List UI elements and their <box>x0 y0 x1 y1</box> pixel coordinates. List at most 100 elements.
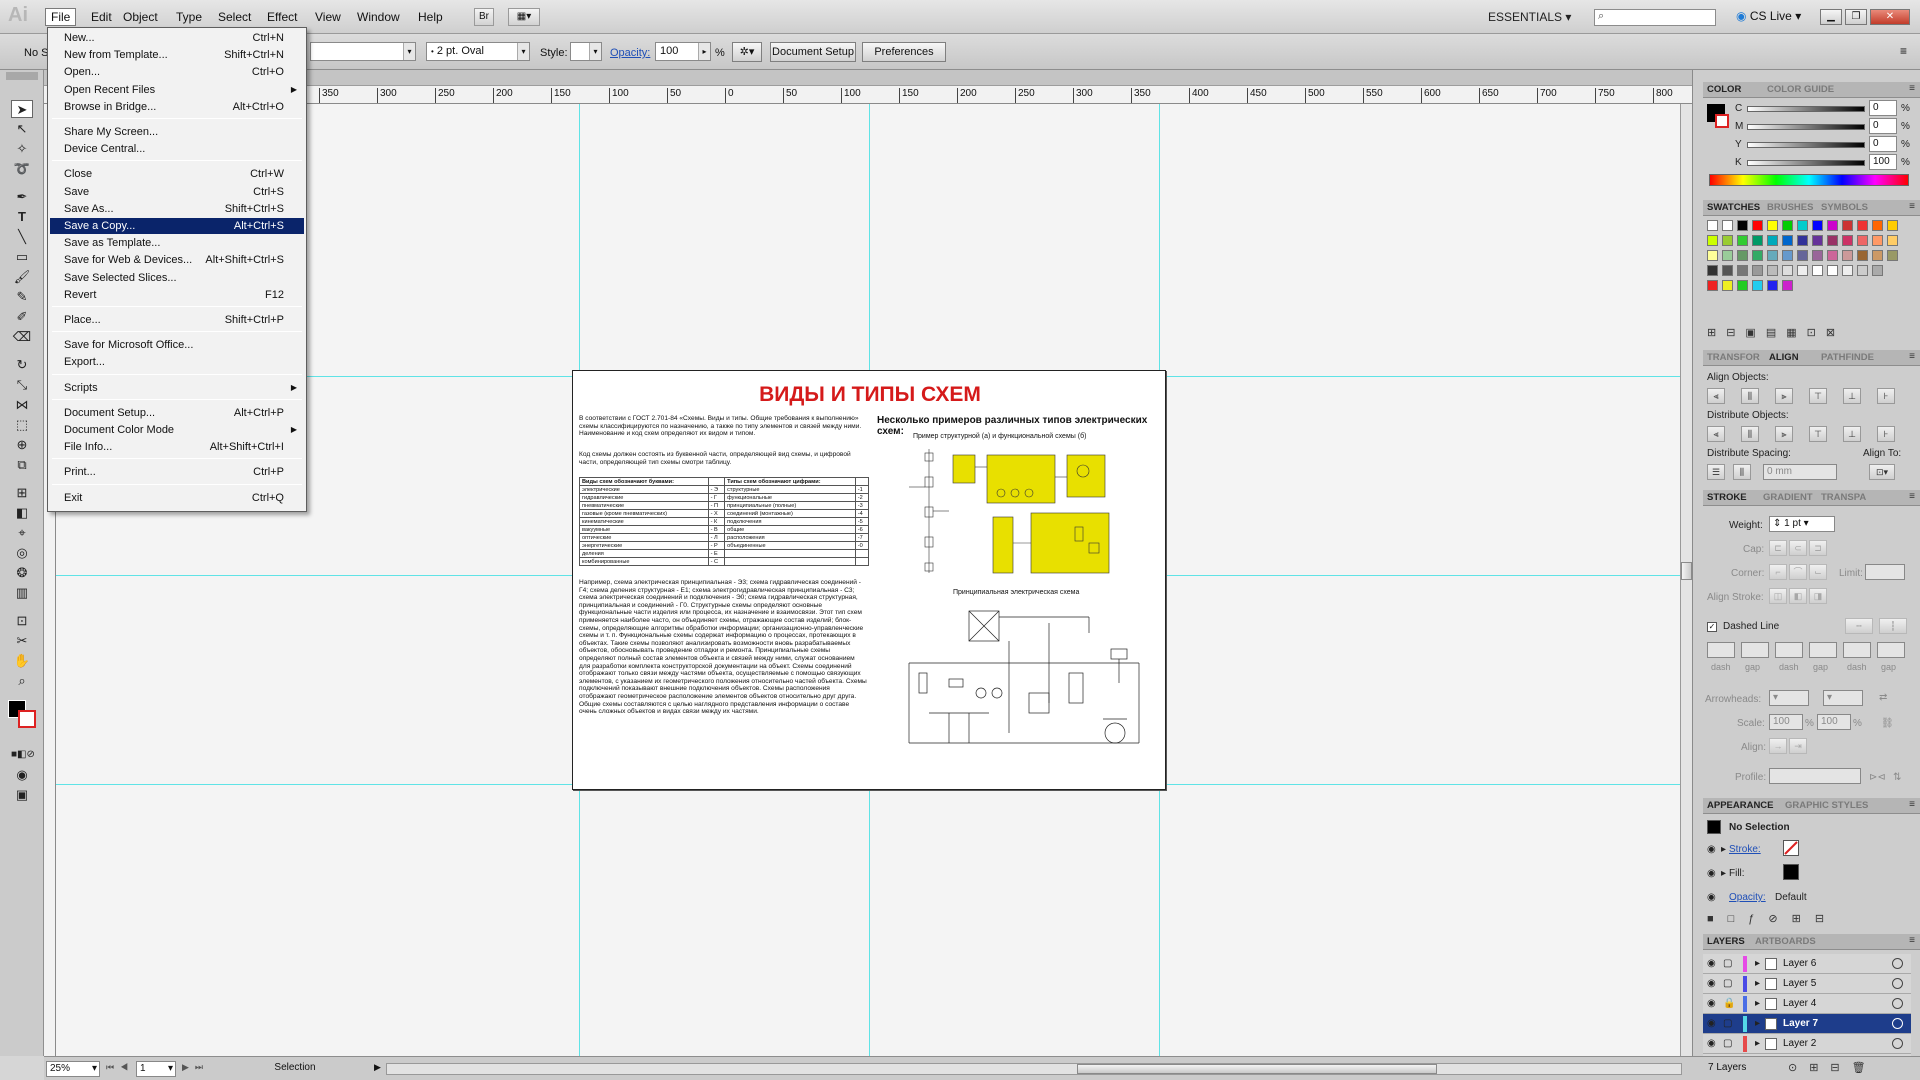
perspective-grid-tool-icon[interactable]: ⧉ <box>11 456 33 474</box>
eye-icon[interactable]: ◉ <box>1707 978 1719 990</box>
tab-color[interactable]: COLOR <box>1707 84 1741 95</box>
layer-target-icon[interactable] <box>1892 1038 1903 1049</box>
layer-row[interactable]: ◉ 🔒 ▸ Layer 4 <box>1703 994 1911 1014</box>
color-swatch[interactable] <box>1797 235 1808 246</box>
stroke-color-swatch[interactable] <box>18 710 36 728</box>
menu-view[interactable]: View <box>310 9 346 25</box>
dashed-line-checkbox[interactable]: ✓ <box>1707 622 1717 632</box>
drawing-mode-icon[interactable]: ◉ <box>11 766 33 784</box>
color-swatch[interactable] <box>1707 280 1718 291</box>
dash-preserve-button[interactable]: ┅ <box>1845 618 1873 634</box>
opacity-input[interactable]: 100 ▸ <box>655 42 711 61</box>
color-swatch[interactable] <box>1752 235 1763 246</box>
tab-graphic-styles[interactable]: GRAPHIC STYLES <box>1785 800 1868 811</box>
file-menu-item[interactable]: Save As... Shift+Ctrl+S <box>50 201 304 217</box>
layer-row[interactable]: ◉ ▢ ▸ Layer 6 <box>1703 954 1911 974</box>
align-object-button[interactable]: ⊦ <box>1877 388 1895 404</box>
round-join-button[interactable]: ⌒ <box>1789 564 1807 580</box>
align-stroke-outside-button[interactable]: ◨ <box>1809 588 1827 604</box>
cs-live-button[interactable]: ◉ CS Live ▾ <box>1736 9 1801 23</box>
color-channel-slider[interactable] <box>1747 142 1865 148</box>
hand-tool-icon[interactable]: ✋ <box>11 652 33 670</box>
blend-tool-icon[interactable]: ◎ <box>11 544 33 562</box>
gap-input[interactable] <box>1877 642 1905 658</box>
color-swatch[interactable] <box>1872 235 1883 246</box>
tab-align[interactable]: ALIGN <box>1769 352 1799 363</box>
menu-file[interactable]: File <box>45 8 77 26</box>
menu-effect[interactable]: Effect <box>262 9 302 25</box>
color-swatch[interactable] <box>1782 220 1793 231</box>
width-tool-icon[interactable]: ⋈ <box>11 396 33 414</box>
color-swatch[interactable] <box>1872 265 1883 276</box>
color-swatch[interactable] <box>1722 280 1733 291</box>
file-menu-item[interactable]: Save Ctrl+S <box>50 184 304 200</box>
expand-triangle-icon[interactable]: ▸ <box>1721 868 1726 879</box>
file-menu-item[interactable]: Save for Web & Devices... Alt+Shift+Ctrl+… <box>50 252 304 268</box>
distribute-object-button[interactable]: ⊥ <box>1843 426 1861 442</box>
color-channel-input[interactable]: 0 <box>1869 118 1897 134</box>
color-swatch[interactable] <box>1722 235 1733 246</box>
artboard-number-dropdown[interactable]: 1 ▾ <box>136 1061 176 1077</box>
color-mode-icon[interactable]: ■◧⊘ <box>11 746 35 764</box>
selection-tool-icon[interactable]: ➤ <box>11 100 33 118</box>
color-swatch[interactable] <box>1737 235 1748 246</box>
distribute-vertical-space-button[interactable]: ☰ <box>1707 464 1725 480</box>
color-swatch[interactable] <box>1887 235 1898 246</box>
color-spectrum-bar[interactable] <box>1709 174 1909 186</box>
tab-appearance[interactable]: APPEARANCE <box>1707 800 1774 811</box>
file-menu-item[interactable]: Place... Shift+Ctrl+P <box>50 312 304 328</box>
layer-row[interactable]: ◉ ▢ ▸ Layer 5 <box>1703 974 1911 994</box>
menu-select[interactable]: Select <box>213 9 256 25</box>
expand-triangle-icon[interactable]: ▸ <box>1721 844 1726 855</box>
file-menu-item[interactable]: Open... Ctrl+O <box>50 64 304 80</box>
butt-cap-button[interactable]: ⊏ <box>1769 540 1787 556</box>
color-swatch[interactable] <box>1737 280 1748 291</box>
tab-pathfinder[interactable]: PATHFINDE <box>1821 352 1874 363</box>
zoom-dropdown[interactable]: 25% ▾ <box>46 1061 100 1077</box>
restore-button[interactable]: ❐ <box>1845 9 1867 25</box>
panel-menu-icon[interactable]: ≡ <box>1909 351 1915 362</box>
file-menu-item[interactable]: Save Selected Slices... <box>50 270 304 286</box>
color-swatch[interactable] <box>1812 235 1823 246</box>
color-swatch[interactable] <box>1887 220 1898 231</box>
color-swatch[interactable] <box>1767 265 1778 276</box>
blob-brush-tool-icon[interactable]: ✐ <box>11 308 33 326</box>
distribute-spacing-input[interactable]: 0 mm <box>1763 464 1837 480</box>
color-swatch[interactable] <box>1782 235 1793 246</box>
align-to-dropdown[interactable]: ⊡▾ <box>1869 464 1895 480</box>
color-swatch[interactable] <box>1827 265 1838 276</box>
column-graph-tool-icon[interactable]: ▥ <box>11 584 33 602</box>
lock-toggle-icon[interactable]: 🔒 <box>1723 998 1735 1010</box>
color-swatch[interactable] <box>1827 250 1838 261</box>
eye-icon[interactable]: ◉ <box>1707 892 1716 903</box>
color-swatch[interactable] <box>1872 250 1883 261</box>
color-channel-slider[interactable] <box>1747 106 1865 112</box>
color-swatch[interactable] <box>1857 265 1868 276</box>
tab-brushes[interactable]: BRUSHES <box>1767 202 1813 213</box>
color-swatch[interactable] <box>1767 280 1778 291</box>
control-panel-menu-icon[interactable]: ≡ <box>1900 44 1907 58</box>
layers-panel-actions[interactable]: ⊙⊞⊟🗑 <box>1788 1061 1878 1074</box>
color-swatch[interactable] <box>1767 235 1778 246</box>
color-swatch[interactable] <box>1887 250 1898 261</box>
horizontal-scrollbar[interactable] <box>386 1063 1682 1075</box>
gap-input[interactable] <box>1809 642 1837 658</box>
file-menu-item[interactable]: Document Color Mode ▶ <box>50 422 304 438</box>
eraser-tool-icon[interactable]: ⌫ <box>11 328 33 346</box>
preferences-button[interactable]: Preferences <box>862 42 946 62</box>
color-swatch[interactable] <box>1707 265 1718 276</box>
rectangle-tool-icon[interactable]: ▭ <box>11 248 33 266</box>
tab-transform[interactable]: TRANSFOR <box>1707 352 1760 363</box>
color-swatch[interactable] <box>1857 220 1868 231</box>
swap-arrowheads-icon[interactable]: ⇄ <box>1879 692 1887 703</box>
file-menu-item[interactable]: Revert F12 <box>50 287 304 303</box>
mesh-tool-icon[interactable]: ⊞ <box>11 484 33 502</box>
color-swatch[interactable] <box>1842 250 1853 261</box>
gradient-tool-icon[interactable]: ◧ <box>11 504 33 522</box>
workspace-switcher[interactable]: ESSENTIALS ▾ <box>1488 10 1571 24</box>
vertical-scrollbar[interactable] <box>1680 104 1692 1056</box>
appearance-stroke-swatch[interactable] <box>1783 840 1799 856</box>
file-menu-item[interactable]: Document Setup... Alt+Ctrl+P <box>50 405 304 421</box>
arrowhead-end-dropdown[interactable]: ▾ <box>1823 690 1863 706</box>
flip-along-icon[interactable]: ⊳⊲ <box>1869 772 1886 783</box>
